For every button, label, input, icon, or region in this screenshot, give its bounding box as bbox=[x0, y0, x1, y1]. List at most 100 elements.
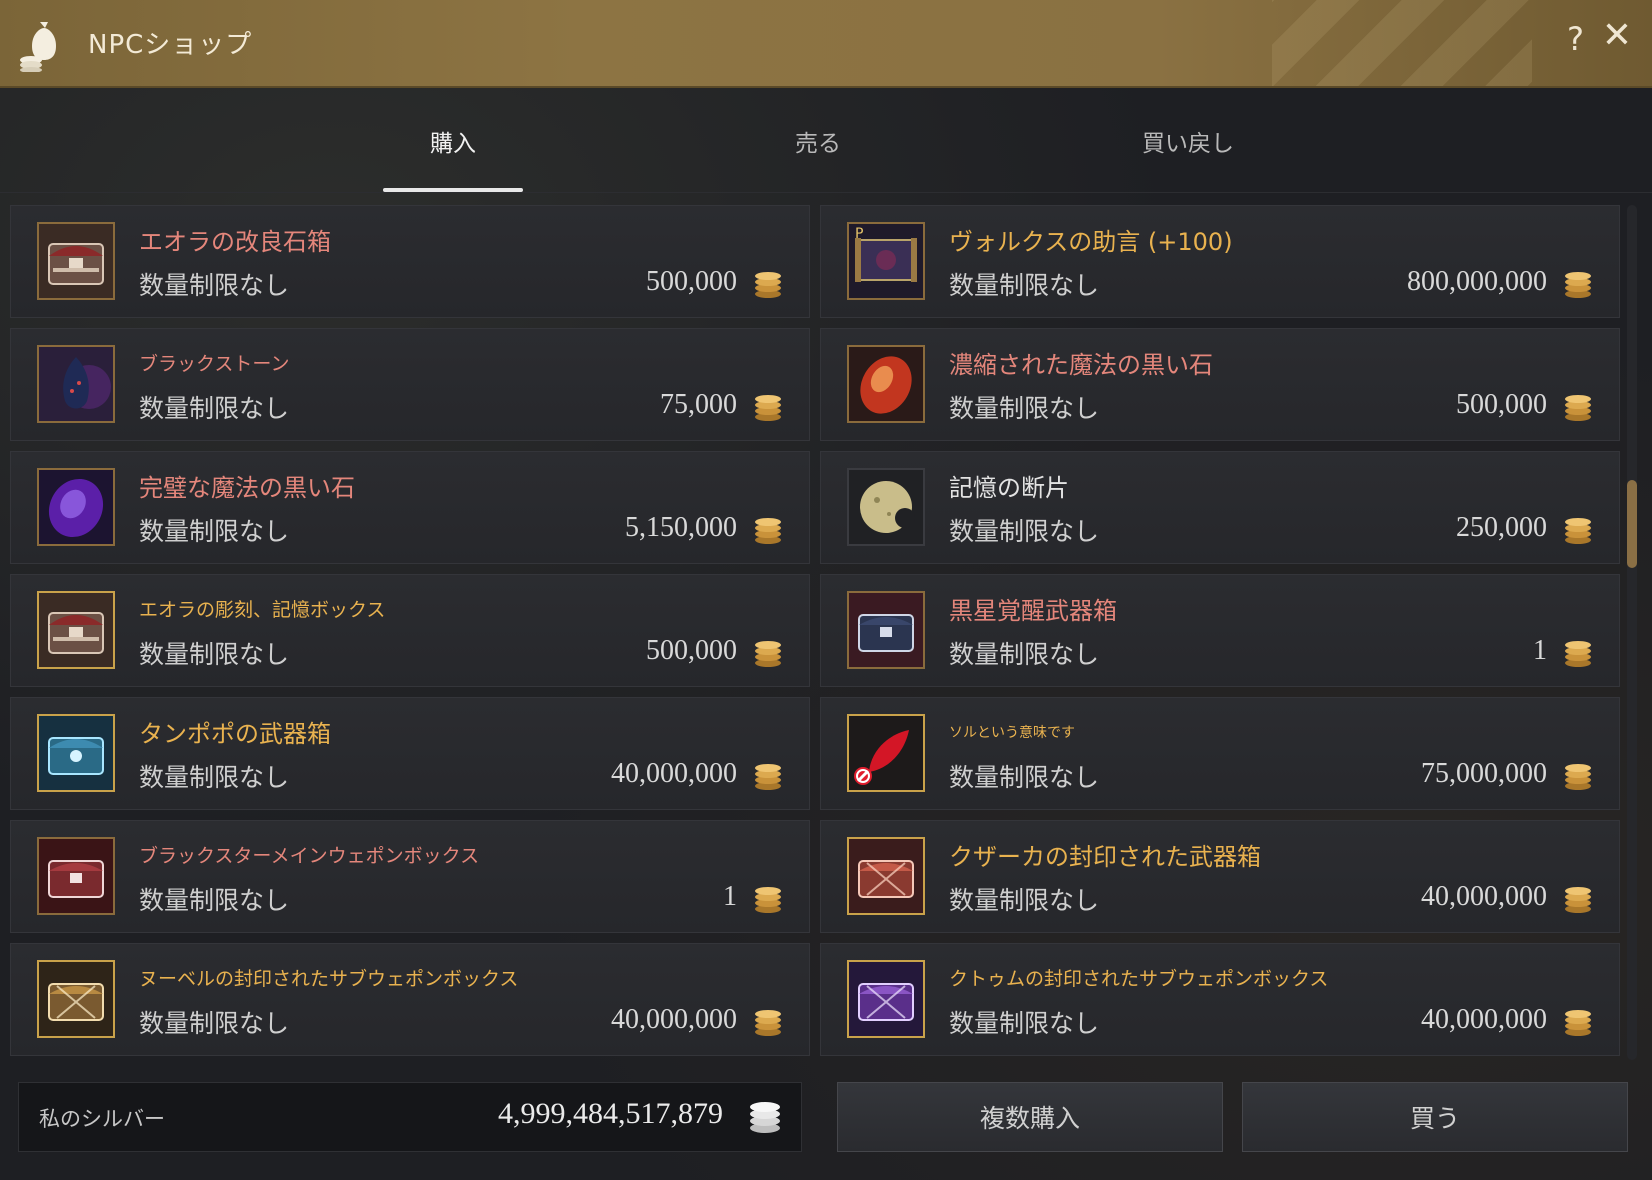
shop-item-card[interactable]: P ヴォルクスの助言 (+100) 数量制限なし 800,000,000 bbox=[820, 205, 1620, 318]
shop-item-card[interactable]: ヌーベルの封印されたサブウェポンボックス 数量制限なし 40,000,000 bbox=[10, 943, 810, 1056]
shop-item-card[interactable]: ソルという意味です 数量制限なし 75,000,000 bbox=[820, 697, 1620, 810]
item-price: 5,150,000 bbox=[625, 512, 737, 543]
item-name: 完璧な魔法の黒い石 bbox=[139, 474, 355, 502]
chest-sealed-purple-icon bbox=[847, 960, 925, 1038]
tab-sell[interactable]: 売る bbox=[768, 124, 868, 158]
silver-coin-icon bbox=[1565, 887, 1591, 913]
item-name: タンポポの武器箱 bbox=[139, 720, 331, 748]
shop-item-card[interactable]: 完璧な魔法の黒い石 数量制限なし 5,150,000 bbox=[10, 451, 810, 564]
tab-bar: 購入 売る 買い戻し bbox=[0, 88, 1652, 193]
chest-cyan-icon bbox=[37, 714, 115, 792]
item-name: ブラックストーン bbox=[139, 353, 290, 375]
tab-divider bbox=[0, 192, 1652, 193]
item-limit: 数量制限なし bbox=[949, 886, 1100, 915]
scrollbar-track[interactable] bbox=[1627, 205, 1637, 1060]
shop-item-card[interactable]: エオラの改良石箱 数量制限なし 500,000 bbox=[10, 205, 810, 318]
silver-coin-icon bbox=[755, 518, 781, 544]
money-bag-icon bbox=[18, 16, 68, 73]
shop-item-card[interactable]: クザーカの封印された武器箱 数量制限なし 40,000,000 bbox=[820, 820, 1620, 933]
item-grid: エオラの改良石箱 数量制限なし 500,000 P ヴォルクスの助言 (+100… bbox=[10, 205, 1620, 1060]
item-limit: 数量制限なし bbox=[139, 517, 290, 546]
shop-item-card[interactable]: 黒星覚醒武器箱 数量制限なし 1 bbox=[820, 574, 1620, 687]
item-limit: 数量制限なし bbox=[139, 1009, 290, 1038]
silver-coin-icon bbox=[755, 764, 781, 790]
npc-shop-window: NPCショップ ? ✕ 購入 売る 買い戻し エオラの改良石箱 数量制限なし 5… bbox=[0, 0, 1652, 1180]
shop-item-card[interactable]: エオラの彫刻、記憶ボックス 数量制限なし 500,000 bbox=[10, 574, 810, 687]
memory-fragment-icon bbox=[847, 468, 925, 546]
item-name: ヌーベルの封印されたサブウェポンボックス bbox=[139, 968, 519, 990]
item-name: 黒星覚醒武器箱 bbox=[949, 597, 1117, 625]
item-price: 40,000,000 bbox=[1421, 1004, 1547, 1035]
item-limit: 数量制限なし bbox=[139, 271, 290, 300]
item-price: 40,000,000 bbox=[611, 758, 737, 789]
shop-item-card[interactable]: ブラックスターメインウェポンボックス 数量制限なし 1 bbox=[10, 820, 810, 933]
item-price: 1 bbox=[1533, 635, 1547, 666]
item-price: 250,000 bbox=[1456, 512, 1547, 543]
silver-coin-icon bbox=[755, 641, 781, 667]
bulk-buy-button[interactable]: 複数購入 bbox=[837, 1082, 1223, 1152]
silver-coin-icon bbox=[755, 272, 781, 298]
red-stone-icon bbox=[847, 345, 925, 423]
shop-item-card[interactable]: クトゥムの封印されたサブウェポンボックス 数量制限なし 40,000,000 bbox=[820, 943, 1620, 1056]
item-name: 濃縮された魔法の黒い石 bbox=[949, 351, 1213, 379]
silver-coin-icon bbox=[755, 1010, 781, 1036]
silver-coin-icon bbox=[755, 395, 781, 421]
title-bar-decoration bbox=[1272, 0, 1532, 86]
item-name: ヴォルクスの助言 (+100) bbox=[949, 228, 1233, 256]
item-price: 500,000 bbox=[646, 266, 737, 297]
item-name: ブラックスターメインウェポンボックス bbox=[139, 845, 480, 867]
purple-stone-icon bbox=[37, 468, 115, 546]
scrollbar-thumb[interactable] bbox=[1627, 480, 1637, 568]
help-button[interactable]: ? bbox=[1567, 20, 1584, 58]
shop-item-card[interactable]: 記憶の断片 数量制限なし 250,000 bbox=[820, 451, 1620, 564]
item-limit: 数量制限なし bbox=[139, 394, 290, 423]
chest-sealed-gold-icon bbox=[37, 960, 115, 1038]
tab-buy[interactable]: 購入 bbox=[403, 124, 503, 158]
item-limit: 数量制限なし bbox=[949, 763, 1100, 792]
chest-sealed-red-icon bbox=[847, 837, 925, 915]
chest-blue-icon bbox=[847, 591, 925, 669]
window-title: NPCショップ bbox=[88, 30, 253, 60]
item-price: 40,000,000 bbox=[1421, 881, 1547, 912]
item-name: 記憶の断片 bbox=[949, 474, 1069, 502]
item-limit: 数量制限なし bbox=[139, 886, 290, 915]
red-feather-icon bbox=[847, 714, 925, 792]
silver-coin-icon bbox=[755, 887, 781, 913]
item-price: 500,000 bbox=[646, 635, 737, 666]
item-limit: 数量制限なし bbox=[139, 763, 290, 792]
silver-coin-icon bbox=[1565, 272, 1591, 298]
silver-coin-icon bbox=[1565, 1010, 1591, 1036]
shop-item-card[interactable]: ブラックストーン 数量制限なし 75,000 bbox=[10, 328, 810, 441]
buy-button[interactable]: 買う bbox=[1242, 1082, 1628, 1152]
shop-item-card[interactable]: タンポポの武器箱 数量制限なし 40,000,000 bbox=[10, 697, 810, 810]
scroll-icon: P bbox=[847, 222, 925, 300]
item-name: クトゥムの封印されたサブウェポンボックス bbox=[949, 968, 1329, 990]
shop-item-card[interactable]: 濃縮された魔法の黒い石 数量制限なし 500,000 bbox=[820, 328, 1620, 441]
item-limit: 数量制限なし bbox=[949, 517, 1100, 546]
item-price: 1 bbox=[723, 881, 737, 912]
silver-coin-icon bbox=[1565, 641, 1591, 667]
silver-label: 私のシルバー bbox=[39, 1107, 165, 1131]
svg-text:P: P bbox=[855, 226, 863, 242]
chest-red-icon bbox=[37, 591, 115, 669]
close-button[interactable]: ✕ bbox=[1602, 18, 1632, 54]
tab-buyback[interactable]: 買い戻し bbox=[1118, 124, 1258, 158]
item-price: 500,000 bbox=[1456, 389, 1547, 420]
item-price: 40,000,000 bbox=[611, 1004, 737, 1035]
silver-amount: 4,999,484,517,879 bbox=[498, 1097, 723, 1130]
item-name: エオラの彫刻、記憶ボックス bbox=[139, 599, 386, 621]
chest-crimson-icon bbox=[37, 837, 115, 915]
item-limit: 数量制限なし bbox=[139, 640, 290, 669]
silver-coin-icon bbox=[1565, 764, 1591, 790]
item-name: エオラの改良石箱 bbox=[139, 228, 331, 256]
item-price: 75,000 bbox=[660, 389, 737, 420]
silver-coin-icon bbox=[1565, 518, 1591, 544]
chest-red-icon bbox=[37, 222, 115, 300]
item-price: 800,000,000 bbox=[1407, 266, 1547, 297]
item-name: ソルという意味です bbox=[949, 725, 1075, 741]
item-name: クザーカの封印された武器箱 bbox=[949, 843, 1261, 871]
silver-coin-icon bbox=[750, 1102, 780, 1133]
item-limit: 数量制限なし bbox=[949, 640, 1100, 669]
title-bar[interactable]: NPCショップ ? ✕ bbox=[0, 0, 1652, 88]
my-silver-panel: 私のシルバー 4,999,484,517,879 bbox=[18, 1082, 802, 1152]
